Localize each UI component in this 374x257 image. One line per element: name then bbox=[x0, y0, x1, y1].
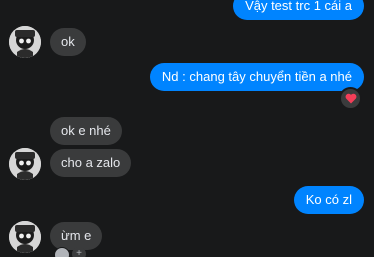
outgoing-message[interactable]: Ko có zl bbox=[293, 186, 364, 214]
message-text: Ko có zl bbox=[305, 192, 352, 207]
incoming-message[interactable]: ừm e bbox=[50, 222, 103, 250]
avatar-image bbox=[9, 148, 41, 180]
avatar-image bbox=[9, 221, 41, 253]
reaction-badge[interactable] bbox=[339, 87, 362, 110]
message-text: ok bbox=[61, 34, 75, 49]
avatar[interactable] bbox=[9, 221, 41, 253]
avatar[interactable] bbox=[9, 26, 41, 58]
avatar-image bbox=[9, 26, 41, 58]
message-text: ok e nhé bbox=[61, 123, 111, 138]
message-text: ừm e bbox=[61, 228, 92, 243]
message-text: Vậy test trc 1 cái a bbox=[245, 0, 352, 13]
incoming-message[interactable]: ok bbox=[50, 28, 86, 56]
message-text: Nd : chang tây chuyển tiền a nhé bbox=[161, 69, 352, 84]
outgoing-message[interactable]: Vậy test trc 1 cái a bbox=[233, 0, 364, 20]
heart-icon bbox=[345, 93, 356, 104]
outgoing-message[interactable]: Nd : chang tây chuyển tiền a nhé bbox=[149, 63, 364, 91]
seen-more: + bbox=[72, 247, 86, 257]
incoming-message[interactable]: cho a zalo bbox=[50, 149, 132, 177]
avatar[interactable] bbox=[9, 148, 41, 180]
seen-indicators[interactable]: + bbox=[54, 247, 86, 257]
incoming-message[interactable]: ok e nhé bbox=[50, 117, 122, 145]
seen-avatar bbox=[54, 247, 70, 257]
chat-thread: Vậy test trc 1 cái a ok Nd : chang tây c… bbox=[0, 0, 374, 257]
message-text: cho a zalo bbox=[61, 155, 121, 170]
